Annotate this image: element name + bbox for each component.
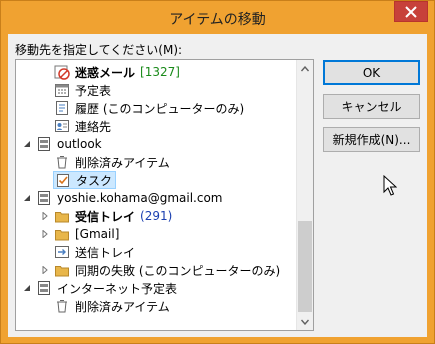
tree-item-calendar[interactable]: 予定表 (54, 81, 111, 99)
close-button[interactable] (394, 1, 428, 22)
tree-item-deleted-items-2[interactable]: 削除済みアイテム (54, 297, 170, 315)
dialog-body: 移動先を指定してください(M): 迷惑メール [1327] 予定表 履歴 (この… (8, 34, 427, 337)
history-icon (54, 100, 70, 116)
destination-prompt: 移動先を指定してください(M): (15, 43, 183, 57)
tree-item-label: 履歴 (このコンピューターのみ) (75, 101, 245, 116)
tree-item-label: 同期の失敗 (このコンピューターのみ) (75, 263, 281, 278)
tree-item-label: 連絡先 (75, 119, 112, 134)
tree-item-label: 削除済みアイテム (75, 299, 170, 314)
title-bar: アイテムの移動 (1, 1, 434, 34)
trash-icon (54, 298, 70, 314)
new-folder-button[interactable]: 新規作成(N)... (323, 127, 420, 152)
mailbox-icon (36, 280, 52, 296)
tree-item-label: インターネット予定表 (57, 281, 178, 296)
mailbox-icon (36, 190, 52, 206)
collapse-arrow-icon[interactable] (22, 135, 32, 153)
tree-item-outlook[interactable]: outlook (22, 135, 102, 153)
tree-item-gmail-account[interactable]: yoshie.kohama@gmail.com (22, 189, 222, 207)
move-items-dialog: アイテムの移動 移動先を指定してください(M): 迷惑メール [1327] 予定… (0, 0, 435, 344)
folder-tree[interactable]: 迷惑メール [1327] 予定表 履歴 (このコンピューターのみ) 連絡先 ou… (15, 59, 314, 331)
tree-item-label: 受信トレイ (75, 209, 136, 224)
outbox-icon (54, 244, 70, 260)
tree-item-label: yoshie.kohama@gmail.com (57, 191, 223, 205)
mouse-cursor-icon (383, 175, 397, 196)
tree-item-internet-calendars[interactable]: インターネット予定表 (22, 279, 177, 297)
calendar-icon (54, 82, 70, 98)
junk-mail-icon (54, 64, 70, 80)
tree-item-label: 削除済みアイテム (75, 155, 170, 170)
collapse-arrow-icon[interactable] (22, 189, 32, 207)
tree-item-label: タスク (76, 173, 113, 188)
expand-arrow-icon[interactable] (40, 207, 50, 225)
tree-item-sync-failures[interactable]: 同期の失敗 (このコンピューターのみ) (40, 261, 280, 279)
ok-button[interactable]: OK (323, 60, 420, 85)
scrollbar-thumb[interactable] (298, 221, 312, 312)
expand-arrow-icon[interactable] (40, 225, 50, 243)
inbox-icon (54, 208, 70, 224)
cancel-button[interactable]: キャンセル (323, 94, 420, 119)
expand-arrow-icon[interactable] (40, 261, 50, 279)
tree-item-tasks[interactable]: タスク (53, 171, 117, 189)
trash-icon (54, 154, 70, 170)
tree-item-label: 予定表 (75, 83, 112, 98)
tree-item-outbox[interactable]: 送信トレイ (54, 243, 135, 261)
tree-item-label: [Gmail] (75, 227, 120, 241)
tasks-icon (55, 172, 71, 188)
vertical-scrollbar[interactable] (296, 60, 313, 330)
scroll-down-arrow-icon[interactable] (297, 313, 313, 330)
window-title: アイテムの移動 (169, 12, 266, 28)
tree-item-history[interactable]: 履歴 (このコンピューターのみ) (54, 99, 244, 117)
collapse-arrow-icon[interactable] (22, 279, 32, 297)
tree-item-junk-mail[interactable]: 迷惑メール [1327] (54, 63, 180, 81)
tree-item-label: outlook (57, 137, 102, 151)
mailbox-icon (36, 136, 52, 152)
unread-count: (291) (140, 209, 173, 223)
tree-item-inbox[interactable]: 受信トレイ (291) (40, 207, 172, 225)
tree-item-contacts[interactable]: 連絡先 (54, 117, 111, 135)
tree-item-label: 送信トレイ (75, 245, 136, 260)
close-icon (405, 5, 417, 18)
contacts-icon (54, 118, 70, 134)
tree-item-gmail-folder[interactable]: [Gmail] (40, 225, 119, 243)
tree-item-label: 迷惑メール (75, 65, 136, 80)
sync-failure-icon (54, 262, 70, 278)
unread-count: [1327] (140, 65, 180, 79)
tree-item-deleted-items[interactable]: 削除済みアイテム (54, 153, 170, 171)
scroll-up-arrow-icon[interactable] (297, 60, 313, 77)
folder-icon (54, 226, 70, 242)
